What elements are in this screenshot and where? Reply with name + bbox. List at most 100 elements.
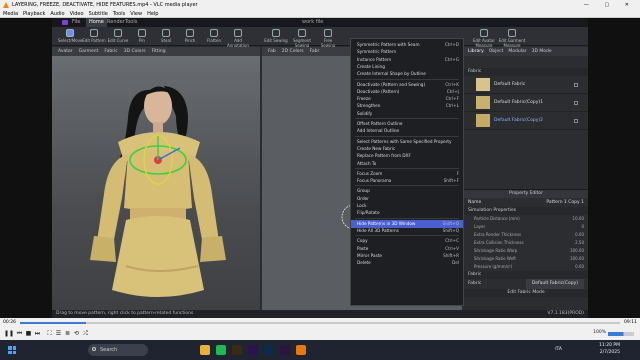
vlc-app-icon[interactable] [296, 345, 306, 355]
stop-button[interactable]: ■ [25, 330, 32, 337]
fabric-swatch [476, 114, 490, 127]
menu-audio[interactable]: Audio [50, 11, 64, 17]
tab-tools[interactable]: Tools [122, 18, 140, 27]
tool-edit-garment-measure[interactable]: Edit Garment Measure [498, 29, 526, 48]
system-clock[interactable]: 11:20 PM 2/7/2025 [599, 342, 620, 356]
tool-flatten[interactable]: Flatten [202, 29, 226, 45]
play-pause-button[interactable]: ❚❚ [4, 330, 14, 337]
playlist-button[interactable]: ≣ [64, 330, 71, 337]
fabric-section[interactable]: Fabric [464, 271, 588, 279]
menu-item-shortcut: Del [452, 260, 459, 266]
language-indicator[interactable]: ITA [555, 347, 562, 352]
extended-settings-button[interactable]: ☰ [55, 330, 62, 337]
fabric-checkbox[interactable] [574, 101, 578, 105]
menu-playback[interactable]: Playback [23, 11, 45, 17]
property-label: Shrinkage Ratio Weft [474, 256, 516, 261]
tool-add-annotation[interactable]: Add Annotation [226, 29, 250, 48]
view2d-option[interactable]: 2D Colors [282, 49, 304, 54]
property-label: Pressure (g/mm/s²) [474, 264, 513, 269]
view3d-option[interactable]: Avatar [58, 49, 73, 54]
context-menu-item[interactable]: Add Internal Outline [351, 127, 463, 135]
taskbar-search[interactable]: Search [88, 344, 148, 356]
tool-pin[interactable]: Pin [130, 29, 154, 45]
view2d-option[interactable]: Fab [268, 49, 276, 54]
tab-object[interactable]: Object [489, 49, 504, 54]
tool-select-move[interactable]: Select/Move [58, 29, 82, 45]
prev-button[interactable]: ⏮ [16, 330, 23, 337]
view3d-option[interactable]: Garment [79, 49, 99, 54]
menu-separator [355, 118, 459, 119]
clock-time: 11:20 PM [599, 343, 620, 348]
view3d-option[interactable]: Fabric [104, 49, 117, 54]
fabric-name: Default Fabric(Copy)1 [494, 100, 544, 105]
window-controls[interactable]: — ▢ ✕ [584, 0, 636, 10]
fabric-item[interactable]: Default Fabric [464, 76, 588, 94]
context-menu-item[interactable]: Hide All 3D Patterns Shift+Q [351, 227, 463, 235]
tool-edit-curve[interactable]: Edit Curve [106, 29, 130, 45]
edit-fabric-mode[interactable]: Edit Fabric Mode [464, 289, 588, 297]
spotify-app-icon[interactable] [216, 345, 226, 355]
view3d-option[interactable]: Fitting [152, 49, 166, 54]
clo-file-menu[interactable]: File [72, 18, 80, 27]
context-menu-item[interactable]: Solidify [351, 110, 463, 118]
seek-slider[interactable] [20, 322, 620, 324]
menu-item-label: Group [357, 188, 370, 194]
pattern-name-value[interactable]: Pattern 1 Copy 1 [546, 198, 584, 207]
property-value[interactable]: 0.00 [575, 231, 584, 239]
context-menu-item[interactable]: Flip/Rotate [351, 209, 463, 217]
photoshop-app-icon[interactable] [264, 345, 274, 355]
menu-item-label: Create New Fabric [357, 145, 396, 151]
property-value[interactable]: 100.00 [570, 247, 584, 255]
volume-slider[interactable] [608, 332, 634, 336]
property-value[interactable]: 2.50 [575, 239, 584, 247]
property-value[interactable]: 0 [581, 223, 584, 231]
tool-edit-sewing[interactable]: Edit Sewing [264, 29, 288, 45]
3d-viewport[interactable]: Avatar Garment Fabric 3D Colors Fitting [52, 47, 260, 318]
view2d-option[interactable]: Fabr [310, 49, 320, 54]
random-button[interactable]: ⤮ [82, 330, 89, 337]
menu-view[interactable]: View [130, 11, 142, 17]
menu-help[interactable]: Help [147, 11, 158, 17]
menu-item-label: Hide Patterns in 3D Window [357, 220, 416, 226]
context-menu-item[interactable]: Attach To [351, 160, 463, 168]
fabric-checkbox[interactable] [574, 119, 578, 123]
property-row: Particle Distance (mm) 10.00 [464, 215, 588, 223]
illustrator-app-icon[interactable] [232, 345, 242, 355]
avatar-render[interactable] [52, 56, 260, 318]
context-menu-item[interactable]: Create Internal Shape by Outline [351, 70, 463, 78]
context-menu-item[interactable]: Focus Panorama Shift+F [351, 177, 463, 185]
menu-subtitle[interactable]: Subtitle [89, 11, 108, 17]
tab-modular[interactable]: Modular [508, 49, 526, 54]
after-effects-app-icon[interactable] [280, 345, 290, 355]
property-value[interactable]: 10.00 [573, 215, 584, 223]
tool-steal[interactable]: Steal [154, 29, 178, 45]
fabric-item[interactable]: Default Fabric(Copy)1 [464, 94, 588, 112]
fullscreen-button[interactable]: ⛶ [46, 330, 53, 337]
property-value[interactable]: 100.00 [570, 255, 584, 263]
windows-start-icon[interactable] [8, 346, 16, 354]
loop-button[interactable]: ⟲ [73, 330, 80, 337]
tab-library[interactable]: Library [468, 49, 484, 54]
video-surface[interactable]: File Home Render Tools work file Select/… [0, 18, 640, 318]
tool-edit-pattern[interactable]: Edit Pattern [82, 29, 106, 45]
tool-segment-sewing[interactable]: Segment Sewing [290, 29, 314, 48]
tab-3d-mode[interactable]: 3D Mode [532, 49, 552, 54]
fabric-list: Default Fabric Default Fabric(Copy)1 Defau… [464, 76, 588, 130]
view3d-option[interactable]: 3D Colors [124, 49, 146, 54]
menu-tools[interactable]: Tools [113, 11, 125, 17]
menu-video[interactable]: Video [70, 11, 84, 17]
property-value[interactable]: 0.00 [575, 263, 584, 271]
fabric-checkbox[interactable] [574, 83, 578, 87]
fabric-select[interactable]: Default Fabric(Copy) [525, 279, 584, 289]
context-menu-item[interactable]: Delete Del [351, 259, 463, 267]
tool-pinch[interactable]: Pinch [178, 29, 202, 45]
chrome-app-icon[interactable] [200, 345, 210, 355]
tool-free-sewing[interactable]: Free Sewing [316, 29, 340, 48]
premiere-app-icon[interactable] [248, 345, 258, 355]
tool-icon [508, 29, 516, 37]
fabric-item[interactable]: Default Fabric(Copy)2 [464, 112, 588, 130]
simulation-section[interactable]: Simulation Properties [464, 207, 588, 215]
tool-edit-avatar-measure[interactable]: Edit Avatar Measure [470, 29, 498, 48]
menu-media[interactable]: Media [3, 11, 18, 17]
next-button[interactable]: ⏭ [34, 330, 41, 337]
